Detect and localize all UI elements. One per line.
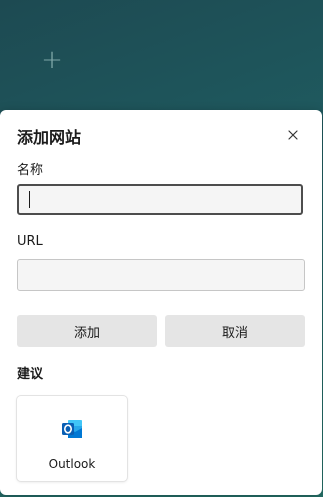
add-site-dialog: 添加网站 名称 URL 添加 取消 建议 Outlook [0,110,322,495]
outlook-icon [62,420,82,438]
suggestion-label: Outlook [48,457,96,471]
name-label: 名称 [17,163,44,178]
add-button[interactable]: 添加 [17,315,157,347]
url-input[interactable] [17,259,305,291]
suggestions-heading: 建议 [17,367,44,382]
text-caret [29,191,30,208]
close-icon [288,130,298,140]
name-input[interactable] [17,184,303,215]
dialog-title: 添加网站 [17,128,82,147]
close-button[interactable] [279,121,307,149]
add-site-plus-icon[interactable]: + [41,46,63,74]
url-label: URL [17,234,43,249]
suggestion-tile-outlook[interactable]: Outlook [17,396,127,481]
cancel-button[interactable]: 取消 [165,315,305,347]
